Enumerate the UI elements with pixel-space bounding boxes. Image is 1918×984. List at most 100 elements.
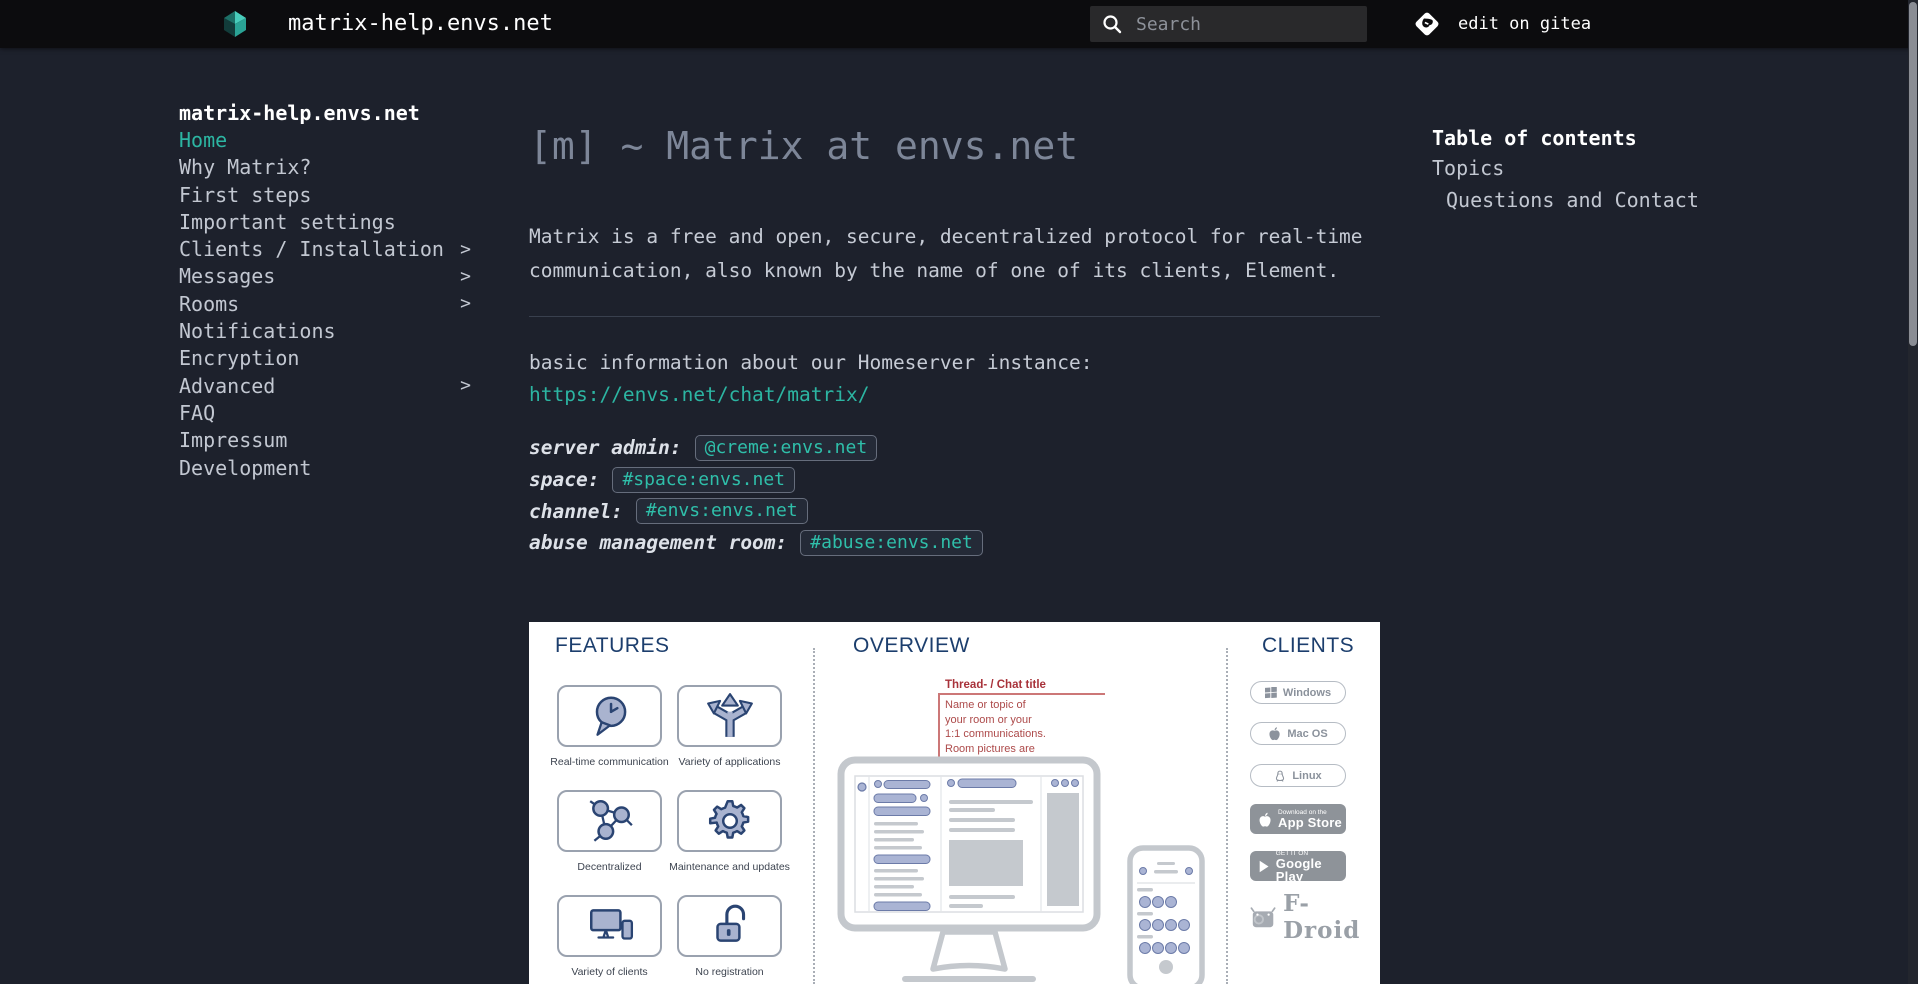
open-lock-icon <box>705 901 755 951</box>
linux-icon <box>1274 769 1286 783</box>
fact-label: channel: <box>529 500 623 523</box>
devices-icon <box>585 901 635 951</box>
page-title: [m] ~ Matrix at envs.net <box>529 126 1380 166</box>
annotation-underline <box>938 693 1105 695</box>
feature-card <box>557 790 662 852</box>
feature-card-label: Real-time communication <box>545 756 674 768</box>
feature-card <box>557 895 662 957</box>
toc-item-topics[interactable]: Topics <box>1432 152 1699 184</box>
fact-label: space: <box>529 468 599 491</box>
play-icon <box>1258 859 1270 874</box>
sidebar-item-development[interactable]: Development <box>179 454 471 481</box>
sidebar-site-title[interactable]: matrix-help.envs.net <box>179 99 471 126</box>
space-chip[interactable]: #space:envs.net <box>612 467 795 493</box>
sidebar-item-clients-installation[interactable]: Clients / Installation > <box>179 235 471 262</box>
search-box <box>1090 6 1367 42</box>
sidebar-item-first-steps[interactable]: First steps <box>179 181 471 208</box>
sidebar-item-impressum[interactable]: Impressum <box>179 427 471 454</box>
feature-card <box>557 685 662 747</box>
feature-card <box>677 685 782 747</box>
network-icon <box>585 796 635 846</box>
chat-clock-icon <box>585 691 635 741</box>
features-heading: FEATURES <box>555 634 669 658</box>
feature-card <box>677 895 782 957</box>
dotted-divider <box>1226 648 1228 984</box>
channel-chip[interactable]: #envs:envs.net <box>636 498 808 524</box>
fact-label: abuse management room: <box>529 531 787 554</box>
edit-on-gitea-label: edit on gitea <box>1458 14 1591 34</box>
toc-title: Table of contents <box>1432 124 1699 152</box>
feature-card-label: Maintenance and updates <box>665 861 794 873</box>
fact-row-channel: channel: #envs:envs.net <box>529 495 1380 527</box>
windows-label: Windows <box>1283 687 1331 699</box>
app-store-name: App Store <box>1278 816 1342 829</box>
f-droid-badge: F-Droid <box>1250 890 1380 944</box>
abuse-room-chip[interactable]: #abuse:envs.net <box>800 530 983 556</box>
edit-on-gitea-link[interactable]: edit on gitea <box>1412 0 1591 48</box>
f-droid-label: F-Droid <box>1283 890 1380 944</box>
sidebar-item-important-settings[interactable]: Important settings <box>179 208 471 235</box>
chevron-right-icon: > <box>460 375 471 396</box>
sidebar-item-messages[interactable]: Messages > <box>179 263 471 290</box>
sidebar-item-faq[interactable]: FAQ <box>179 399 471 426</box>
fact-row-space: space: #space:envs.net <box>529 464 1380 496</box>
sidebar-item-why-matrix[interactable]: Why Matrix? <box>179 154 471 181</box>
annotation-title: Thread- / Chat title <box>945 679 1046 691</box>
macos-label: Mac OS <box>1287 728 1327 740</box>
server-admin-chip[interactable]: @creme:envs.net <box>695 435 878 461</box>
search-input[interactable] <box>1090 6 1367 42</box>
linux-client-pill: Linux <box>1250 764 1346 787</box>
sidebar-item-advanced[interactable]: Advanced > <box>179 372 471 399</box>
sidebar-item-label: Advanced <box>179 374 275 398</box>
scrollbar-track[interactable] <box>1908 0 1918 984</box>
three-way-arrow-icon <box>705 691 755 741</box>
sidebar-item-home[interactable]: Home <box>179 126 471 153</box>
sidebar-item-label: Clients / Installation <box>179 237 444 261</box>
fact-row-abuse-room: abuse management room: #abuse:envs.net <box>529 527 1380 559</box>
site-logo-icon[interactable] <box>222 10 248 38</box>
chevron-right-icon: > <box>460 266 471 287</box>
sidebar-item-label: Messages <box>179 264 275 288</box>
feature-card-label: Decentralized <box>545 861 674 873</box>
sidebar-nav: matrix-help.envs.net Home Why Matrix? Fi… <box>179 99 471 481</box>
homeserver-link[interactable]: https://envs.net/chat/matrix/ <box>529 383 869 407</box>
homeserver-facts: server admin: @creme:envs.net space: #sp… <box>529 432 1380 559</box>
phone-mockup <box>1127 845 1205 984</box>
macos-client-pill: Mac OS <box>1250 722 1346 745</box>
google-play-name: Google Play <box>1276 857 1346 883</box>
apple-icon <box>1258 811 1272 828</box>
table-of-contents: Table of contents Topics Questions and C… <box>1432 124 1699 216</box>
sidebar-item-label: Rooms <box>179 292 239 316</box>
basic-info-label: basic information about our Homeserver i… <box>529 351 1093 375</box>
fdroid-robot-icon <box>1250 903 1276 931</box>
google-play-badge: GET IT ON Google Play <box>1250 851 1346 881</box>
header-site-title[interactable]: matrix-help.envs.net <box>288 0 553 48</box>
overview-heading: OVERVIEW <box>853 634 970 658</box>
sidebar-item-encryption[interactable]: Encryption <box>179 345 471 372</box>
fact-row-server-admin: server admin: @creme:envs.net <box>529 432 1380 464</box>
windows-icon <box>1265 687 1277 699</box>
header-bar: matrix-help.envs.net edit on gitea <box>0 0 1918 48</box>
chevron-right-icon: > <box>460 239 471 260</box>
dotted-divider <box>813 648 815 984</box>
clients-heading: CLIENTS <box>1262 634 1354 658</box>
feature-card-label: Variety of applications <box>665 756 794 768</box>
matrix-overview-image: FEATURES OVERVIEW CLIENTS Real-time comm… <box>529 622 1380 984</box>
feature-card <box>677 790 782 852</box>
feature-card-label: No registration <box>665 966 794 978</box>
apple-icon <box>1268 726 1281 741</box>
app-store-badge: Download on the App Store <box>1250 804 1346 834</box>
gitea-icon <box>1412 9 1442 39</box>
feature-card-label: Variety of clients <box>545 966 674 978</box>
toc-item-questions-and-contact[interactable]: Questions and Contact <box>1432 184 1699 216</box>
linux-label: Linux <box>1292 770 1321 782</box>
sidebar-item-rooms[interactable]: Rooms > <box>179 290 471 317</box>
desktop-mockup <box>837 756 1101 984</box>
chevron-right-icon: > <box>460 293 471 314</box>
windows-client-pill: Windows <box>1250 681 1346 704</box>
scrollbar-thumb[interactable] <box>1909 2 1917 346</box>
gear-icon <box>705 796 755 846</box>
fact-label: server admin: <box>529 436 682 459</box>
sidebar-item-notifications[interactable]: Notifications <box>179 317 471 344</box>
content-divider <box>529 316 1380 317</box>
